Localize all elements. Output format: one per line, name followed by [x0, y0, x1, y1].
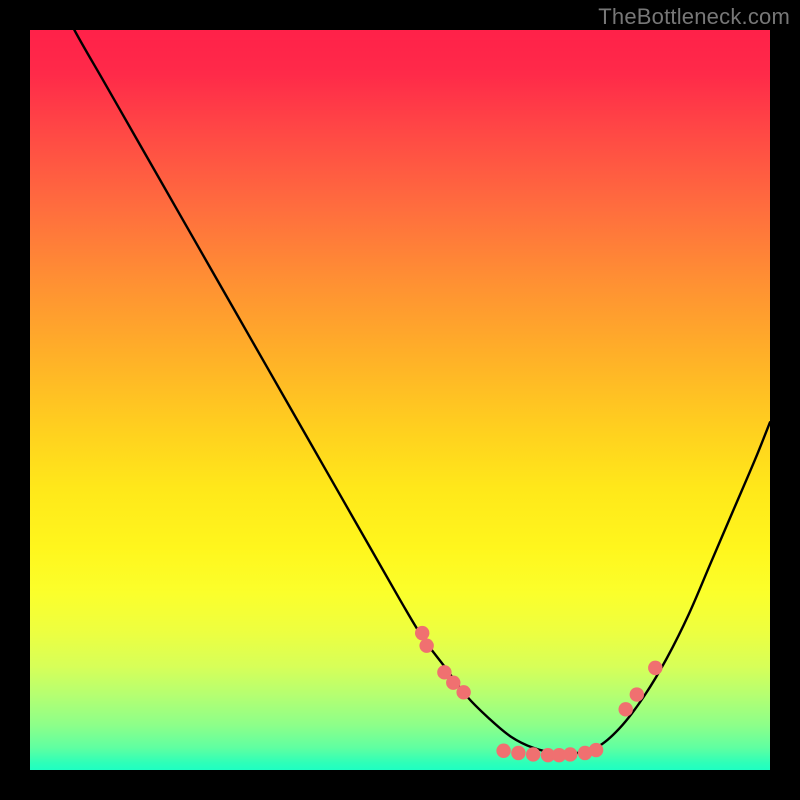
marker-group [415, 626, 663, 763]
curve-layer [30, 30, 770, 770]
data-marker [496, 744, 510, 758]
data-marker [456, 685, 470, 699]
data-marker [630, 687, 644, 701]
bottleneck-curve [52, 30, 770, 754]
chart-stage: TheBottleneck.com [0, 0, 800, 800]
data-marker [419, 638, 433, 652]
plot-area [30, 30, 770, 770]
data-marker [589, 743, 603, 757]
data-marker [511, 746, 525, 760]
data-marker [563, 747, 577, 761]
data-marker [619, 702, 633, 716]
data-marker [526, 747, 540, 761]
data-marker [415, 626, 429, 640]
watermark-text: TheBottleneck.com [598, 4, 790, 30]
data-marker [648, 661, 662, 675]
